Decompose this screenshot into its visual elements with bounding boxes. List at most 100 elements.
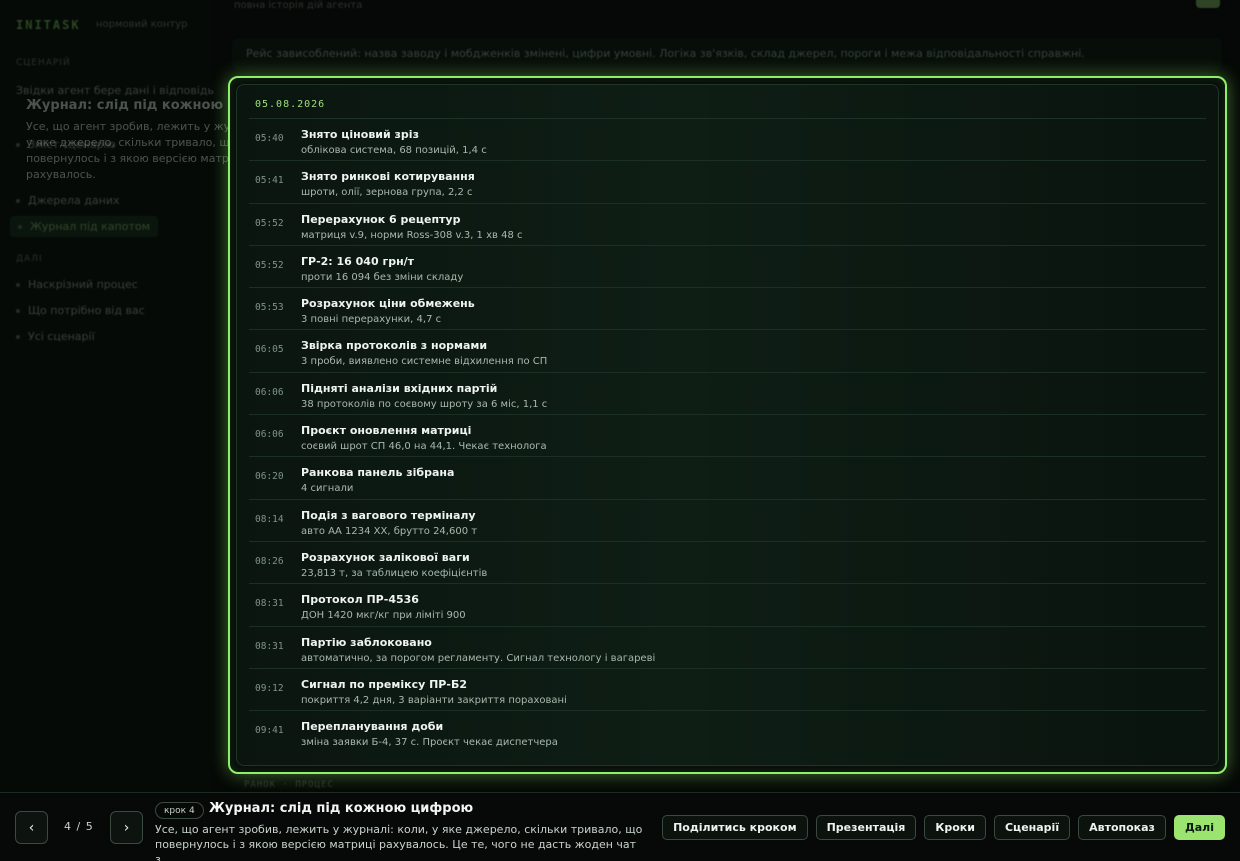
- bullet-icon: [16, 282, 20, 287]
- journal-panel-inner: 05.08.2026 05:40 Знято ціновий зріз обліко…: [236, 84, 1219, 766]
- sidebar-item-process[interactable]: Наскрізний процес: [16, 278, 138, 291]
- autoplay-button[interactable]: Автопоказ: [1078, 815, 1166, 840]
- presentation-button[interactable]: Презентація: [815, 815, 917, 840]
- entry-time: 05:41: [255, 175, 284, 187]
- brand-subtitle: нормовий контур: [96, 19, 188, 30]
- steps-button[interactable]: Кроки: [924, 815, 986, 840]
- entry-desc: автоматично, за порогом регламенту. Сигн…: [301, 652, 656, 664]
- share-step-button[interactable]: Поділитись кроком: [662, 815, 808, 840]
- entry-body: Знято ціновий зріз облікова система, 68 п…: [301, 119, 487, 160]
- entry-title: Перерахунок 6 рецептур: [301, 212, 461, 226]
- entry-body: Звірка протоколів з нормами 3 проби, вияв…: [301, 330, 547, 371]
- entry-body: Перепланування доби зміна заявки Б-4, 37 …: [301, 711, 558, 753]
- entry-title: Ранкова панель зібрана: [301, 466, 455, 480]
- entry-body: Протокол ПР-4536 ДОН 1420 мкг/кг при лімі…: [301, 584, 466, 625]
- journal-entry: 06:20 Ранкова панель зібрана 4 сигнали: [249, 457, 1206, 500]
- entry-time: 05:52: [255, 217, 284, 229]
- bullet-icon: [16, 334, 20, 339]
- sidebar-section-scenario: СЦЕНАРІЙ: [16, 58, 71, 68]
- entry-time: 09:41: [255, 725, 284, 737]
- entry-desc: шроти, олії, зернова група, 2,2 с: [301, 187, 473, 199]
- entry-body: Сигнал по преміксу ПР-Б2 покриття 4,2 дня…: [301, 669, 567, 710]
- sidebar-item-data-sources[interactable]: Джерела даних: [16, 194, 120, 207]
- entry-time: 08:31: [255, 640, 284, 652]
- sidebar-item-all-scenarios[interactable]: Усі сценарії: [16, 330, 95, 343]
- section-label-below: РАНОК · ПРОЦЕС: [244, 780, 334, 790]
- entry-time: 09:12: [255, 682, 284, 694]
- journal-entry: 05:52 Перерахунок 6 рецептур матриця v.9, …: [249, 204, 1206, 246]
- entry-desc: 23,813 т, за таблицею коефіцієнтів: [301, 567, 488, 579]
- top-action-pill[interactable]: [1196, 0, 1220, 8]
- entry-body: ГР-2: 16 040 грн/т проти 16 094 без зміни…: [301, 246, 463, 287]
- entry-title: Подія з вагового терміналу: [301, 508, 476, 522]
- entry-desc: соєвий шрот СП 46,0 на 44,1. Чекає техно…: [301, 441, 547, 453]
- journal-list: 05:40 Знято ціновий зріз облікова система,…: [249, 119, 1206, 753]
- entry-time: 06:06: [255, 429, 284, 441]
- step-title: Журнал: слід під кожною цифрою: [209, 801, 474, 816]
- journal-entry: 08:31 Партію заблоковано автоматично, за п…: [249, 627, 1206, 669]
- entry-time: 06:05: [255, 344, 284, 356]
- journal-entry: 09:12 Сигнал по преміксу ПР-Б2 покриття 4,…: [249, 669, 1206, 712]
- bullet-icon: [18, 224, 22, 229]
- entry-title: Знято ціновий зріз: [301, 128, 419, 141]
- step-description: Усе, що агент зробив, лежить у журналі: …: [155, 823, 643, 861]
- next-step-arrow-button[interactable]: ›: [110, 811, 143, 844]
- chevron-right-icon: ›: [123, 819, 130, 836]
- journal-entry: 08:31 Протокол ПР-4536 ДОН 1420 мкг/кг при…: [249, 584, 1206, 627]
- scenarios-button[interactable]: Сценарії: [993, 815, 1071, 840]
- journal-entry: 06:06 Проєкт оновлення матриці соєвий шрот…: [249, 415, 1206, 458]
- journal-entry: 08:14 Подія з вагового терміналу авто АА 1…: [249, 500, 1206, 542]
- tour-bar: ‹ 4 / 5 › крок 4 Журнал: слід під кожною…: [0, 792, 1240, 861]
- entry-body: Проєкт оновлення матриці соєвий шрот СП 4…: [301, 415, 547, 456]
- journal-entry: 09:41 Перепланування доби зміна заявки Б-4…: [249, 711, 1206, 753]
- prev-step-button[interactable]: ‹: [15, 811, 48, 844]
- entry-body: Партію заблоковано автоматично, за порого…: [301, 627, 655, 668]
- entry-desc: ДОН 1420 мкг/кг при ліміті 900: [301, 610, 466, 622]
- entry-desc: покриття 4,2 дня, 3 варіанти закриття по…: [301, 694, 567, 706]
- sidebar-section-more: ДАЛІ: [16, 254, 43, 264]
- entry-title: Звірка протоколів з нормами: [301, 339, 488, 353]
- sidebar-item-requirements[interactable]: Що потрібно від вас: [16, 304, 145, 317]
- bullet-icon: [16, 142, 20, 147]
- entry-title: Протокол ПР-4536: [301, 593, 419, 607]
- entry-desc: 4 сигнали: [301, 483, 354, 495]
- entry-time: 06:06: [255, 386, 284, 398]
- tour-actions: Поділитись кроком Презентація Кроки Сцен…: [662, 815, 1225, 840]
- journal-date: 05.08.2026: [249, 99, 1206, 119]
- entry-body: Підняті аналізи вхідних партій 38 протоко…: [301, 373, 547, 414]
- entry-body: Розрахунок залікової ваги 23,813 т, за та…: [301, 542, 487, 583]
- entry-desc: 3 проби, виявлено системне відхилення по…: [301, 356, 548, 368]
- entry-time: 05:40: [255, 133, 284, 144]
- journal-entry: 08:26 Розрахунок залікової ваги 23,813 т, …: [249, 542, 1206, 585]
- entry-title: ГР-2: 16 040 грн/т: [301, 254, 415, 268]
- step-counter: 4 / 5: [64, 820, 94, 833]
- next-button[interactable]: Далі: [1173, 815, 1225, 840]
- journal-entry: 06:05 Звірка протоколів з нормами 3 проби,…: [249, 330, 1206, 373]
- entry-title: Підняті аналізи вхідних партій: [301, 381, 498, 395]
- brand-logo: INITASK: [16, 18, 81, 32]
- journal-entry: 05:52 ГР-2: 16 040 грн/т проти 16 094 без …: [249, 246, 1206, 289]
- step-badge: крок 4: [155, 802, 204, 819]
- entry-body: Розрахунок ціни обмежень 3 повні перераху…: [301, 288, 475, 329]
- journal-entry: 05:53 Розрахунок ціни обмежень 3 повні пер…: [249, 288, 1206, 331]
- entry-title: Сигнал по преміксу ПР-Б2: [301, 677, 467, 691]
- entry-time: 08:31: [255, 598, 284, 610]
- entry-desc: проти 16 094 без зміни складу: [301, 271, 464, 283]
- page-topline: повна історія дій агента: [234, 0, 363, 11]
- entry-desc: авто АА 1234 ХХ, брутто 24,600 т: [301, 525, 478, 537]
- journal-panel: 05.08.2026 05:40 Знято ціновий зріз обліко…: [228, 76, 1227, 774]
- entry-body: Подія з вагового терміналу авто АА 1234 Х…: [301, 500, 477, 541]
- entry-title: Знято ринкові котирування: [301, 170, 475, 184]
- journal-entry: 05:41 Знято ринкові котирування шроти, олі…: [249, 161, 1206, 204]
- entry-body: Перерахунок 6 рецептур матриця v.9, норми…: [301, 204, 523, 245]
- chevron-left-icon: ‹: [28, 819, 35, 836]
- sidebar-item-journal[interactable]: Журнал під капотом: [10, 216, 158, 237]
- sidebar-item-sources-intro[interactable]: Звідки агент бере дані і відповідь: [16, 84, 214, 97]
- bullet-icon: [16, 198, 20, 203]
- entry-title: Перепланування доби: [301, 720, 444, 734]
- entry-desc: матриця v.9, норми Ross-308 v.3, 1 хв 48…: [301, 229, 523, 241]
- entry-time: 08:26: [255, 555, 284, 567]
- entry-desc: зміна заявки Б-4, 37 с. Проєкт чекає дис…: [301, 737, 558, 749]
- entry-time: 05:52: [255, 259, 284, 271]
- entry-desc: облікова система, 68 позицій, 1,4 с: [301, 145, 487, 156]
